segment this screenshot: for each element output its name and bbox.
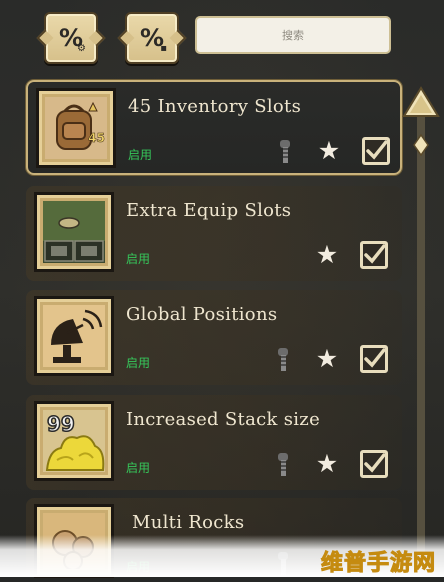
wrench-icon[interactable] (270, 451, 294, 479)
wrench-icon[interactable] (270, 346, 294, 374)
satellite-dish-icon (51, 309, 103, 363)
filter-percent-icon: % (139, 24, 165, 52)
checkmark-icon (364, 244, 385, 264)
enabled-checkbox[interactable] (360, 345, 388, 373)
filter-enabled-button[interactable]: % ⚙ (44, 12, 98, 64)
favorite-star-icon[interactable]: ★ (314, 346, 340, 372)
mod-row-extra-equip-slots[interactable]: Extra Equip Slots 启用 ★ (26, 186, 402, 281)
watermark-logo: 维普手游网 (320, 551, 436, 577)
mod-thumbnail (34, 192, 114, 272)
mod-title: Extra Equip Slots (126, 200, 292, 221)
checkmark-icon (364, 453, 385, 473)
search-placeholder: 搜索 (282, 29, 304, 42)
mod-title: Increased Stack size (126, 409, 321, 430)
checkmark-icon (366, 140, 387, 160)
equip-slots-icon (43, 201, 105, 262)
wrench-icon[interactable] (272, 138, 296, 166)
mod-title: 45 Inventory Slots (128, 96, 302, 117)
scroll-up-button[interactable] (402, 86, 440, 120)
mod-title: Multi Rocks (132, 512, 245, 533)
filter-disabled-button[interactable]: % ▪ (125, 12, 179, 64)
mod-row-global-positions[interactable]: Global Positions 启用 ★ (26, 290, 402, 385)
enabled-checkbox[interactable] (360, 241, 388, 269)
mod-thumbnail: 99 (34, 401, 114, 481)
enabled-checkbox[interactable] (360, 450, 388, 478)
mod-row-45-inventory-slots[interactable]: 45 45 Inventory Slots 启用 ★ (26, 80, 402, 175)
mod-title: Global Positions (126, 304, 278, 325)
mod-thumbnail (34, 296, 114, 376)
search-input[interactable]: 搜索 (195, 16, 391, 54)
scrollbar-thumb[interactable] (413, 133, 429, 157)
mod-thumbnail: 45 (36, 88, 116, 168)
favorite-star-icon[interactable]: ★ (316, 138, 342, 164)
top-toolbar: % ⚙ % ▪ 搜索 (0, 0, 444, 74)
mod-status: 启用 (126, 461, 151, 475)
mod-badge: 99 (46, 411, 75, 437)
backpack-icon (56, 101, 98, 150)
enabled-checkbox[interactable] (362, 137, 390, 165)
scrollbar-track[interactable] (417, 92, 425, 562)
favorite-star-icon[interactable]: ★ (314, 451, 340, 477)
filter-percent-icon: % (58, 24, 84, 52)
mod-status: 启用 (128, 148, 153, 162)
checkmark-icon (364, 348, 385, 368)
diamond-handle-icon (413, 133, 429, 157)
arrow-up-icon (402, 86, 440, 117)
mod-status: 启用 (126, 252, 151, 266)
mod-badge: 45 (88, 131, 105, 146)
mod-status: 启用 (126, 356, 151, 370)
favorite-star-icon[interactable]: ★ (314, 242, 340, 268)
mod-row-increased-stack-size[interactable]: 99 Increased Stack size 启用 ★ (26, 395, 402, 490)
